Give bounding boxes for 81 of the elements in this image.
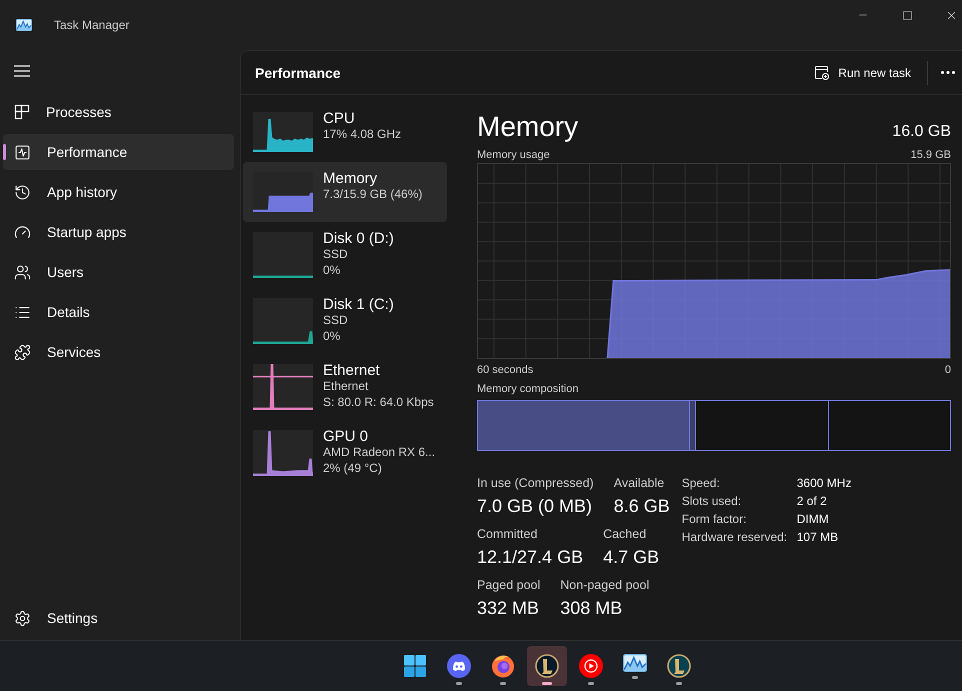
grid-icon [14,104,30,120]
device-name: GPU 0 [323,428,370,445]
device-name: Disk 1 (C:) [323,296,394,313]
spec-value: 2 of 2 [796,493,828,510]
history-icon [14,184,31,200]
activity-icon [14,144,31,160]
device-detail: 0% [323,328,342,344]
window-add-icon [814,65,830,80]
device-name: Disk 0 (D:) [323,230,394,247]
nav-item[interactable]: Details [3,294,234,330]
selection-indicator [3,144,6,160]
device-name: Memory [323,170,378,187]
device-detail: S: 80.0 R: 64.0 Kbps [323,394,434,410]
discord-icon [447,654,471,678]
device-item[interactable]: Disk 1 (C:) SSD 0% [243,288,447,354]
stat-value: 8.6 GB [614,495,670,518]
stat-label: Cached [603,526,648,543]
spec-label: Form factor: [682,511,748,528]
device-detail: AMD Radeon RX 6... [323,445,436,460]
device-item[interactable]: Memory 7.3/15.9 GB (46%) [243,162,447,222]
league-logo-icon [667,654,691,678]
spec-label: Speed: [682,475,721,492]
settings-icon [14,610,31,626]
taskbar-button[interactable] [527,646,567,686]
device-item[interactable]: GPU 0 AMD Radeon RX 6... 2% (49 °C) [243,420,447,486]
menu-icon [14,65,30,77]
settings-nav-item[interactable]: Settings [3,600,234,636]
spec-value: 107 MB [796,529,840,546]
graph-max-label: 15.9 GB [910,148,951,162]
stat-value: 12.1/27.4 GB [477,546,584,569]
task-manager-icon [16,19,32,31]
task-manager-icon [623,654,647,672]
page-title: Performance [255,64,341,80]
stat-label: Paged pool [477,577,540,594]
nav-item[interactable]: App history [3,174,234,210]
device-detail: 0% [323,262,342,278]
device-detail: 7.3/15.9 GB (46%) [323,187,422,202]
device-detail: Ethernet [323,379,370,394]
spec-value: DIMM [796,511,830,528]
puzzle-icon [14,344,31,360]
maximize-icon [902,10,913,20]
league-logo-icon [535,654,559,678]
device-detail: 2% (49 °C) [323,460,383,476]
stat-label: In use (Compressed) [477,475,594,492]
time-axis-label: 60 seconds [477,363,534,377]
stat-label: Non-paged pool [560,577,650,594]
window-title: Task Manager [54,18,130,32]
stat-value: 7.0 GB (0 MB) [477,495,594,518]
device-detail: SSD [323,313,349,328]
stat-value: 308 MB [560,597,624,620]
windows-logo-icon [403,654,427,678]
device-detail: 17% 4.08 GHz [323,127,402,142]
stat-value: 4.7 GB [603,546,660,569]
more-icon [941,71,955,74]
nav-item[interactable]: Users [3,254,234,290]
total-capacity: 16.0 GB [892,122,951,142]
gauge-icon [14,224,31,240]
firefox-icon [491,654,515,678]
nav-item[interactable]: Startup apps [3,214,234,250]
nav-item[interactable]: Performance [3,134,234,170]
nav-item[interactable]: Services [3,334,234,370]
stat-label: Available [614,475,666,492]
nav-item[interactable]: Processes [3,94,234,130]
graph-label: Memory usage [477,148,550,162]
run-new-task-button[interactable]: Run new task [804,56,921,88]
device-name: CPU [323,110,356,127]
device-item[interactable]: Ethernet Ethernet S: 80.0 R: 64.0 Kbps [243,354,447,420]
device-item[interactable]: Disk 0 (D:) SSD 0% [243,222,447,288]
users-icon [14,264,31,280]
time-axis-label: 0 [944,363,951,377]
detail-title: Memory [477,110,578,144]
spec-value: 3600 MHz [796,475,852,492]
device-name: Ethernet [323,362,381,379]
device-detail: SSD [323,247,349,262]
spec-label: Hardware reserved: [682,529,788,546]
device-item[interactable]: CPU 17% 4.08 GHz [243,102,447,162]
stat-label: Committed [477,526,538,543]
music-play-icon [579,654,603,678]
composition-label: Memory composition [477,382,578,396]
spec-label: Slots used: [682,493,742,510]
stat-value: 332 MB [477,597,540,620]
